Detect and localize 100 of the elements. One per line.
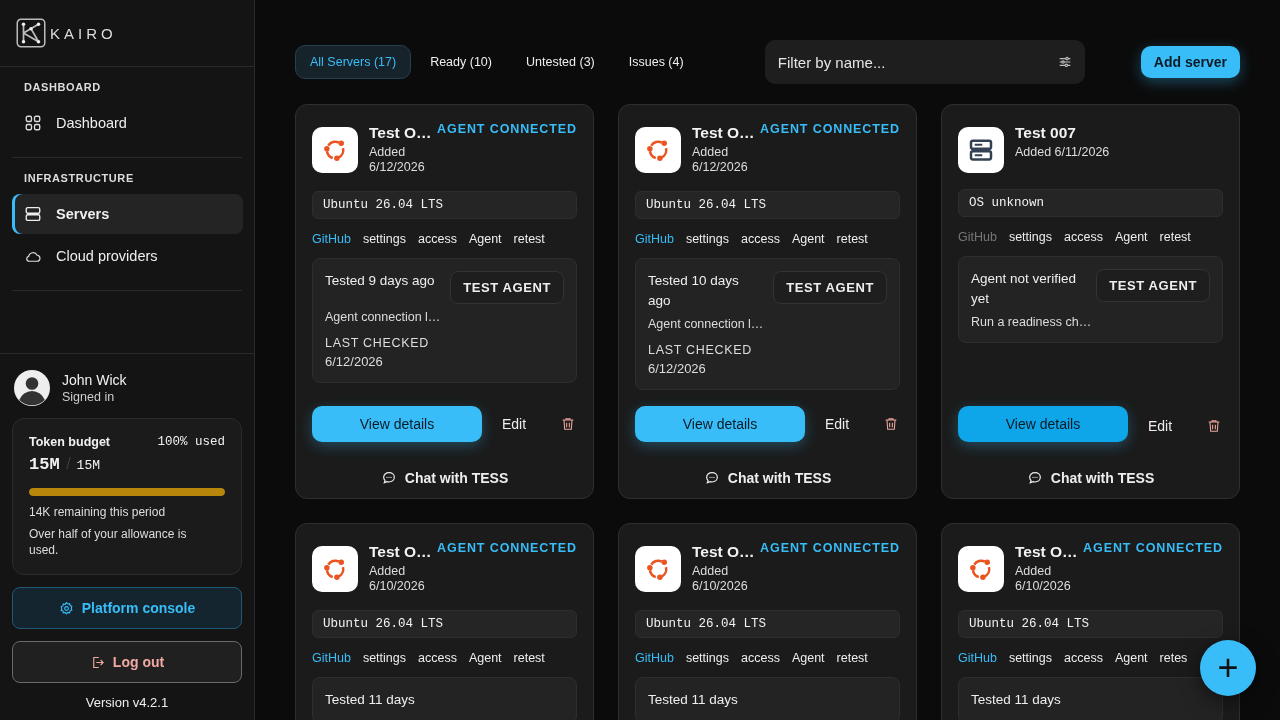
os-label: OS unknown — [958, 189, 1223, 217]
last-checked-date: 6/12/2026 — [325, 354, 384, 369]
test-agent-button[interactable]: TEST AGENT — [450, 271, 564, 304]
last-checked-date: 6/12/2026 — [648, 361, 707, 376]
card-link[interactable]: retest — [513, 651, 545, 665]
added-date: Added 6/10/2026 — [1015, 564, 1072, 594]
test-agent-button[interactable]: TEST AGENT — [773, 271, 887, 304]
os-label: Ubuntu 26.04 LTS — [958, 610, 1223, 638]
test-status: Tested 9 days ago — [325, 272, 436, 290]
section-title: DASHBOARD — [23, 81, 102, 95]
added-date: Added 6/10/2026 — [692, 564, 749, 594]
used-amount: 15M — [29, 455, 60, 474]
test-status: Agent not verified yet — [971, 270, 1078, 308]
status-label: AGENT CONNECTED — [437, 541, 577, 555]
version-text: Version v4.2.1 — [84, 695, 170, 710]
grid-icon — [24, 114, 42, 132]
card-link[interactable]: Agent — [1114, 230, 1148, 244]
last-checked-label: LAST CHECKED — [325, 336, 431, 350]
add-server-button[interactable]: Add server — [1140, 46, 1240, 78]
card-link[interactable]: settings — [685, 232, 729, 246]
card-link[interactable]: access — [1064, 651, 1103, 665]
card-link[interactable]: retes — [1159, 651, 1188, 665]
card-link[interactable]: GitHub — [635, 232, 674, 246]
added-date: Added 6/12/2026 — [369, 145, 426, 175]
filter-tab[interactable]: Ready (10) — [415, 45, 507, 79]
chat-button[interactable]: Chat with TESS — [703, 470, 832, 486]
logo-icon — [16, 18, 46, 48]
edit-button[interactable]: Edit — [492, 416, 537, 432]
view-details-button[interactable]: View details — [958, 406, 1128, 442]
card-link[interactable]: GitHub — [958, 651, 997, 665]
usage-note: Over half of your allowance is used. — [29, 526, 188, 558]
card-link[interactable]: Agent — [1114, 651, 1148, 665]
card-link[interactable]: retest — [836, 651, 868, 665]
brand-name: KAIRO — [50, 24, 117, 42]
filter-tab[interactable]: Issues (4) — [613, 45, 699, 79]
card-link[interactable]: settings — [362, 651, 406, 665]
test-note: Agent connection l… — [648, 317, 765, 331]
user-name: John Wick — [62, 372, 127, 388]
status-label: AGENT CONNECTED — [760, 541, 900, 555]
added-date: Added 6/12/2026 — [692, 145, 749, 175]
usage-percent: 100% used — [157, 435, 225, 449]
sidebar-item[interactable]: Servers — [12, 194, 243, 234]
platform-console-button[interactable]: Platform console — [12, 587, 242, 629]
settings-icon — [58, 600, 74, 616]
test-agent-button[interactable]: TEST AGENT — [1096, 269, 1210, 302]
view-details-button[interactable]: View details — [312, 406, 482, 442]
search-field[interactable]: Filter by name... — [764, 40, 1085, 84]
remaining-text: 14K remaining this period — [29, 504, 167, 520]
card-link[interactable]: Agent — [791, 651, 825, 665]
last-checked-label: LAST CHECKED — [648, 343, 754, 357]
chat-button[interactable]: Chat with TESS — [1026, 470, 1155, 486]
view-details-button[interactable]: View details — [635, 406, 805, 442]
card-link[interactable]: GitHub — [312, 651, 351, 665]
edit-button[interactable]: Edit — [1138, 418, 1183, 434]
os-label: Ubuntu 26.04 LTS — [312, 610, 577, 638]
status-label: AGENT CONNECTED — [437, 122, 577, 136]
sidebar-item[interactable]: Dashboard — [12, 103, 243, 143]
card-link[interactable]: Agent — [468, 232, 502, 246]
user-status: Signed in — [62, 390, 116, 404]
chat-icon — [1026, 470, 1043, 486]
card-link[interactable]: GitHub — [635, 651, 674, 665]
card-link[interactable]: settings — [1008, 230, 1052, 244]
chat-icon — [380, 470, 397, 486]
os-label: Ubuntu 26.04 LTS — [635, 191, 900, 219]
budget-title: Token budget — [29, 435, 110, 449]
test-note: Agent connection l… — [325, 310, 442, 324]
test-note: Run a readiness ch… — [971, 315, 1093, 329]
test-status: Tested 11 days — [648, 691, 739, 709]
card-link[interactable]: GitHub — [312, 232, 351, 246]
added-date: Added 6/11/2026 — [1015, 145, 1111, 160]
card-link[interactable]: access — [741, 232, 780, 246]
logout-button[interactable]: Log out — [12, 641, 242, 683]
card-link[interactable]: access — [418, 232, 457, 246]
test-status: Tested 10 days ago — [648, 272, 740, 310]
card-link[interactable]: settings — [362, 232, 406, 246]
card-link[interactable]: retest — [513, 232, 545, 246]
card-link[interactable]: settings — [1008, 651, 1052, 665]
card-link[interactable]: GitHub — [958, 230, 997, 244]
edit-button[interactable]: Edit — [815, 416, 860, 432]
filter-tab[interactable]: Untested (3) — [511, 45, 610, 79]
card-link[interactable]: Agent — [468, 651, 502, 665]
card-link[interactable]: access — [741, 651, 780, 665]
server-name: Test 007 — [1015, 124, 1077, 142]
card-link[interactable]: retest — [836, 232, 868, 246]
card-link[interactable]: settings — [685, 651, 729, 665]
added-date: Added 6/10/2026 — [369, 564, 426, 594]
server-icon — [24, 205, 42, 223]
status-label: AGENT CONNECTED — [1083, 541, 1223, 555]
status-label: AGENT CONNECTED — [760, 122, 900, 136]
test-status: Tested 11 days — [971, 691, 1062, 709]
os-label: Ubuntu 26.04 LTS — [635, 610, 900, 638]
sidebar-item[interactable]: Cloud providers — [12, 236, 243, 276]
card-link[interactable]: access — [418, 651, 457, 665]
chat-button[interactable]: Chat with TESS — [380, 470, 509, 486]
filter-tab[interactable]: All Servers (17) — [295, 45, 412, 79]
card-link[interactable]: Agent — [791, 232, 825, 246]
card-link[interactable]: retest — [1159, 230, 1191, 244]
card-link[interactable]: access — [1064, 230, 1103, 244]
total-amount: 15M — [76, 458, 100, 473]
chat-icon — [703, 470, 720, 486]
